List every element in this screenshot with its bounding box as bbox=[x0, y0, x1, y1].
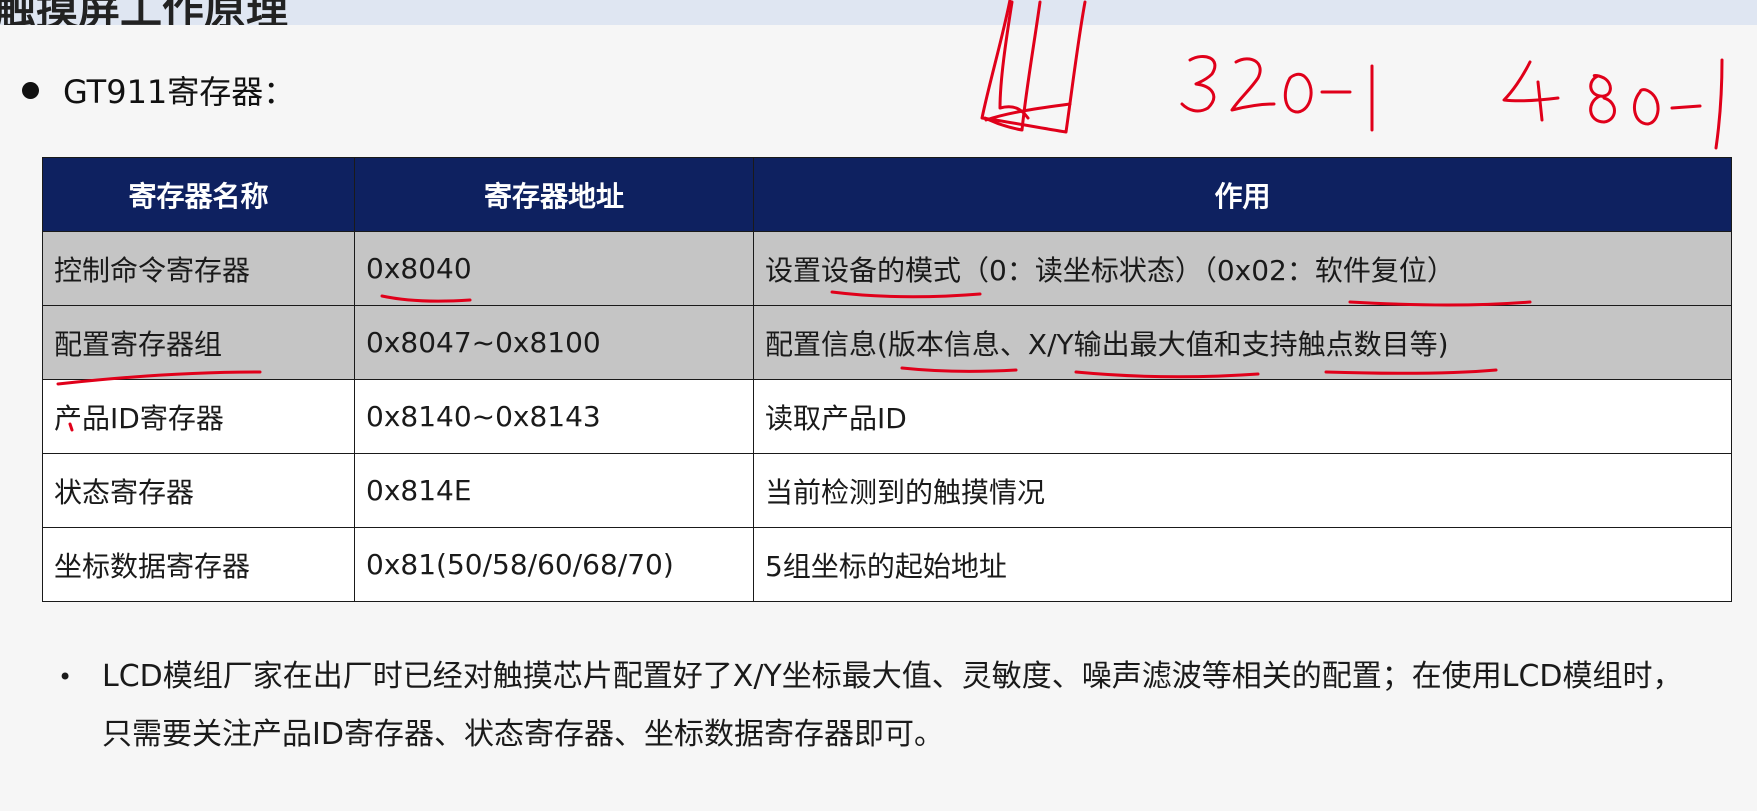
ink-text-480-1 bbox=[1502, 58, 1724, 150]
heading-text: GT911寄存器： bbox=[63, 73, 296, 111]
cell-function: 读取产品ID bbox=[753, 379, 1732, 454]
cell-register-address: 0x8140~0x8143 bbox=[354, 379, 754, 454]
cell-register-address: 0x81(50/58/60/68/70) bbox=[354, 527, 754, 602]
small-bullet-icon: • bbox=[58, 663, 73, 691]
header-function: 作用 bbox=[753, 157, 1732, 232]
note-paragraph: • LCD模组厂家在出厂时已经对触摸芯片配置好了X/Y坐标最大值、灵敏度、噪声滤… bbox=[58, 648, 1698, 764]
cell-register-name: 产品ID寄存器 bbox=[42, 379, 355, 454]
register-table: 寄存器名称 寄存器地址 作用 控制命令寄存器 0x8040 设置设备的模式（0：… bbox=[42, 157, 1732, 602]
table-row: 配置寄存器组 0x8047~0x8100 配置信息(版本信息、X/Y输出最大值和… bbox=[42, 305, 1732, 380]
table-header-row: 寄存器名称 寄存器地址 作用 bbox=[42, 157, 1732, 232]
title-band: 触摸屏工作原理 bbox=[0, 0, 1757, 25]
cell-register-address: 0x8040 bbox=[354, 231, 754, 306]
cell-function: 设置设备的模式（0：读坐标状态）（0x02：软件复位） bbox=[753, 231, 1732, 306]
table-row: 坐标数据寄存器 0x81(50/58/60/68/70) 5组坐标的起始地址 bbox=[42, 527, 1732, 602]
cell-register-name: 控制命令寄存器 bbox=[42, 231, 355, 306]
cell-register-name: 坐标数据寄存器 bbox=[42, 527, 355, 602]
note-text: LCD模组厂家在出厂时已经对触摸芯片配置好了X/Y坐标最大值、灵敏度、噪声滤波等… bbox=[102, 659, 1683, 752]
table-row: 状态寄存器 0x814E 当前检测到的触摸情况 bbox=[42, 453, 1732, 528]
ink-text-320-1 bbox=[1180, 55, 1374, 132]
cell-function: 5组坐标的起始地址 bbox=[753, 527, 1732, 602]
cell-register-name: 状态寄存器 bbox=[42, 453, 355, 528]
cell-register-name: 配置寄存器组 bbox=[42, 305, 355, 380]
cell-register-address: 0x814E bbox=[354, 453, 754, 528]
cell-register-address: 0x8047~0x8100 bbox=[354, 305, 754, 380]
cell-function: 配置信息(版本信息、X/Y输出最大值和支持触点数目等) bbox=[753, 305, 1732, 380]
cell-function: 当前检测到的触摸情况 bbox=[753, 453, 1732, 528]
header-register-name: 寄存器名称 bbox=[42, 157, 355, 232]
header-register-address: 寄存器地址 bbox=[354, 157, 754, 232]
bullet-dot-icon bbox=[22, 81, 39, 99]
table-row: 产品ID寄存器 0x8140~0x8143 读取产品ID bbox=[42, 379, 1732, 454]
section-heading: GT911寄存器： bbox=[22, 68, 295, 112]
slide-title: 触摸屏工作原理 bbox=[0, 0, 289, 25]
ink-box-bottom bbox=[984, 102, 1072, 122]
table-row: 控制命令寄存器 0x8040 设置设备的模式（0：读坐标状态）（0x02：软件复… bbox=[42, 231, 1732, 306]
